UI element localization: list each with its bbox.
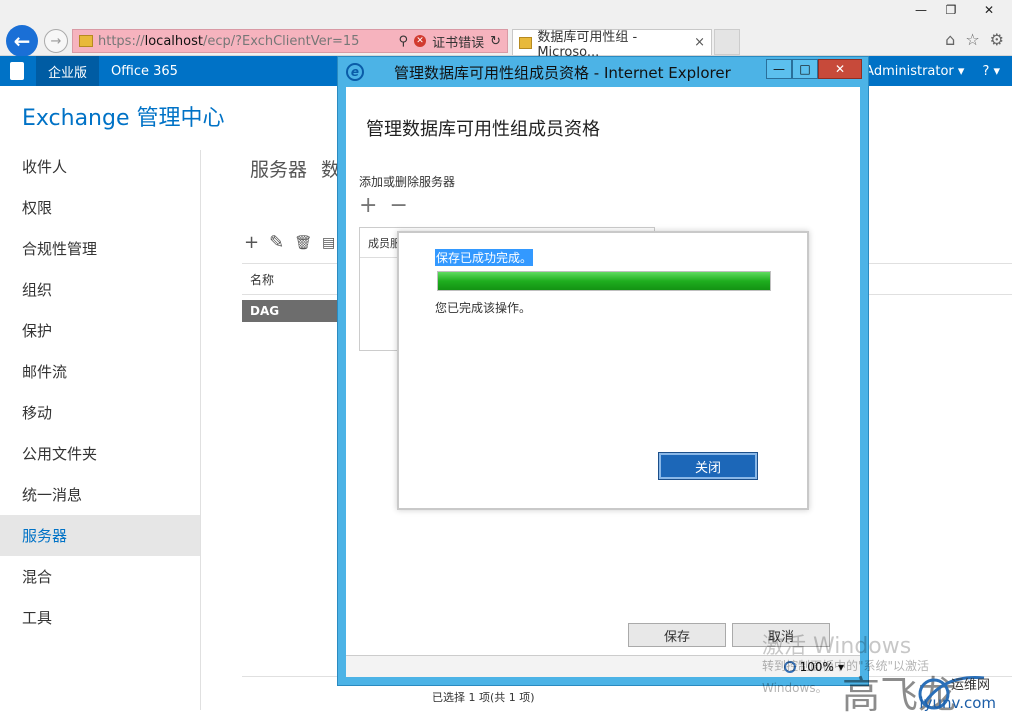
delete-icon[interactable]: 🗑 bbox=[294, 235, 312, 251]
add-icon[interactable]: + bbox=[244, 232, 259, 253]
success-message: 保存已成功完成。 bbox=[435, 249, 534, 266]
url-prefix: https:// bbox=[98, 33, 145, 49]
new-tab-button[interactable] bbox=[714, 29, 740, 55]
ie-maximize-button[interactable]: □ bbox=[792, 59, 818, 79]
address-bar[interactable]: https:// localhost /ecp/?ExchClientVer=1… bbox=[72, 29, 508, 53]
suite-item-office365[interactable]: Office 365 bbox=[99, 56, 190, 86]
remove-server-icon[interactable]: − bbox=[389, 193, 407, 218]
help-menu[interactable]: ? ▾ bbox=[982, 64, 1000, 79]
nav-item-permissions[interactable]: 权限 bbox=[0, 187, 200, 228]
site-logo-text: 运维网 bbox=[950, 678, 990, 693]
maximize-button[interactable]: ❐ bbox=[936, 0, 966, 20]
nav-item-servers[interactable]: 服务器 bbox=[0, 515, 200, 556]
tab-title: 数据库可用性组 - Microso... bbox=[537, 29, 638, 60]
page-title-text: 服务器 bbox=[250, 159, 308, 181]
favorites-icon[interactable]: ☆ bbox=[965, 30, 979, 49]
nav-item-recipients[interactable]: 收件人 bbox=[0, 146, 200, 187]
nav-item-hybrid[interactable]: 混合 bbox=[0, 556, 200, 597]
completion-text: 您已完成该操作。 bbox=[435, 301, 532, 315]
progress-popup: 保存已成功完成。 您已完成该操作。 关闭 bbox=[397, 231, 809, 510]
refresh-icon[interactable]: ↻ bbox=[490, 34, 501, 49]
forward-button[interactable]: → bbox=[44, 29, 68, 53]
nav-item-mail-flow[interactable]: 邮件流 bbox=[0, 351, 200, 392]
nav-divider bbox=[200, 150, 201, 710]
ie-close-button[interactable]: ✕ bbox=[818, 59, 862, 79]
ie-window-controls: — □ ✕ bbox=[766, 59, 862, 79]
site-logo-watermark: 运维网 iyunv.com bbox=[854, 664, 1004, 716]
tab-favicon-icon bbox=[519, 36, 533, 49]
dialog-heading: 管理数据库可用性组成员资格 bbox=[366, 119, 600, 140]
column-name-header[interactable]: 名称 bbox=[250, 271, 274, 288]
list-toolbar: + ✎ 🗑 ▤ bbox=[244, 232, 335, 253]
activate-windows-watermark: 激活 Windows bbox=[762, 634, 912, 659]
office-logo-icon[interactable] bbox=[10, 62, 24, 80]
tab-close-icon[interactable]: × bbox=[694, 35, 705, 50]
app-title: Exchange 管理中心 bbox=[22, 106, 225, 131]
add-server-icon[interactable]: + bbox=[359, 193, 377, 218]
nav-item-protection[interactable]: 保护 bbox=[0, 310, 200, 351]
member-toolbar: + − bbox=[359, 193, 408, 218]
left-navigation: 收件人 权限 合规性管理 组织 保护 邮件流 移动 公用文件夹 统一消息 服务器… bbox=[0, 146, 200, 638]
close-window-button[interactable]: ✕ bbox=[966, 0, 1012, 20]
selection-status: 已选择 1 项(共 1 项) bbox=[432, 691, 535, 704]
progress-fill bbox=[438, 272, 770, 290]
activate-windows-suffix: Windows。 bbox=[762, 681, 828, 695]
user-menu[interactable]: Administrator ▾ bbox=[865, 64, 964, 79]
progress-bar bbox=[437, 271, 771, 291]
nav-item-tools[interactable]: 工具 bbox=[0, 597, 200, 638]
dialog-subheading: 添加或删除服务器 bbox=[359, 175, 456, 189]
cert-error-icon: ✕ bbox=[414, 35, 427, 47]
ie-minimize-button[interactable]: — bbox=[766, 59, 792, 79]
browser-tab[interactable]: 数据库可用性组 - Microso... × bbox=[512, 29, 712, 60]
site-url-text: iyunv.com bbox=[919, 694, 996, 712]
nav-item-compliance[interactable]: 合规性管理 bbox=[0, 228, 200, 269]
settings-gear-icon[interactable]: ⚙ bbox=[990, 30, 1004, 49]
window-controls: — ❐ ✕ bbox=[906, 0, 1012, 20]
site-icon bbox=[79, 35, 93, 47]
nav-item-public-folders[interactable]: 公用文件夹 bbox=[0, 433, 200, 474]
minimize-button[interactable]: — bbox=[906, 0, 936, 20]
close-button[interactable]: 关闭 bbox=[658, 452, 758, 480]
browser-chrome: — ❐ ✕ ← → https:// localhost /ecp/?ExchC… bbox=[0, 0, 1012, 60]
url-path: /ecp/?ExchClientVer=15 bbox=[202, 33, 360, 49]
internet-explorer-icon: e bbox=[346, 63, 364, 81]
suite-item-enterprise[interactable]: 企业版 bbox=[36, 56, 100, 86]
table-row[interactable]: DAG bbox=[242, 300, 338, 322]
nav-item-mobile[interactable]: 移动 bbox=[0, 392, 200, 433]
nav-item-organization[interactable]: 组织 bbox=[0, 269, 200, 310]
search-icon[interactable]: ⚲ bbox=[399, 34, 409, 49]
cert-error-label[interactable]: 证书错误 bbox=[432, 32, 484, 51]
url-host: localhost bbox=[144, 33, 203, 49]
browser-tools: ⌂ ☆ ⚙ bbox=[945, 30, 1004, 49]
edit-icon[interactable]: ✎ bbox=[269, 232, 284, 253]
nav-item-unified-messaging[interactable]: 统一消息 bbox=[0, 474, 200, 515]
page-title: 服务器数 bbox=[250, 155, 340, 182]
ie-window-title: 管理数据库可用性组成员资格 - Internet Explorer bbox=[394, 63, 731, 82]
more-icon[interactable]: ▤ bbox=[322, 235, 335, 251]
home-icon[interactable]: ⌂ bbox=[945, 30, 955, 49]
back-button[interactable]: ← bbox=[6, 25, 38, 57]
save-button[interactable]: 保存 bbox=[628, 623, 726, 647]
